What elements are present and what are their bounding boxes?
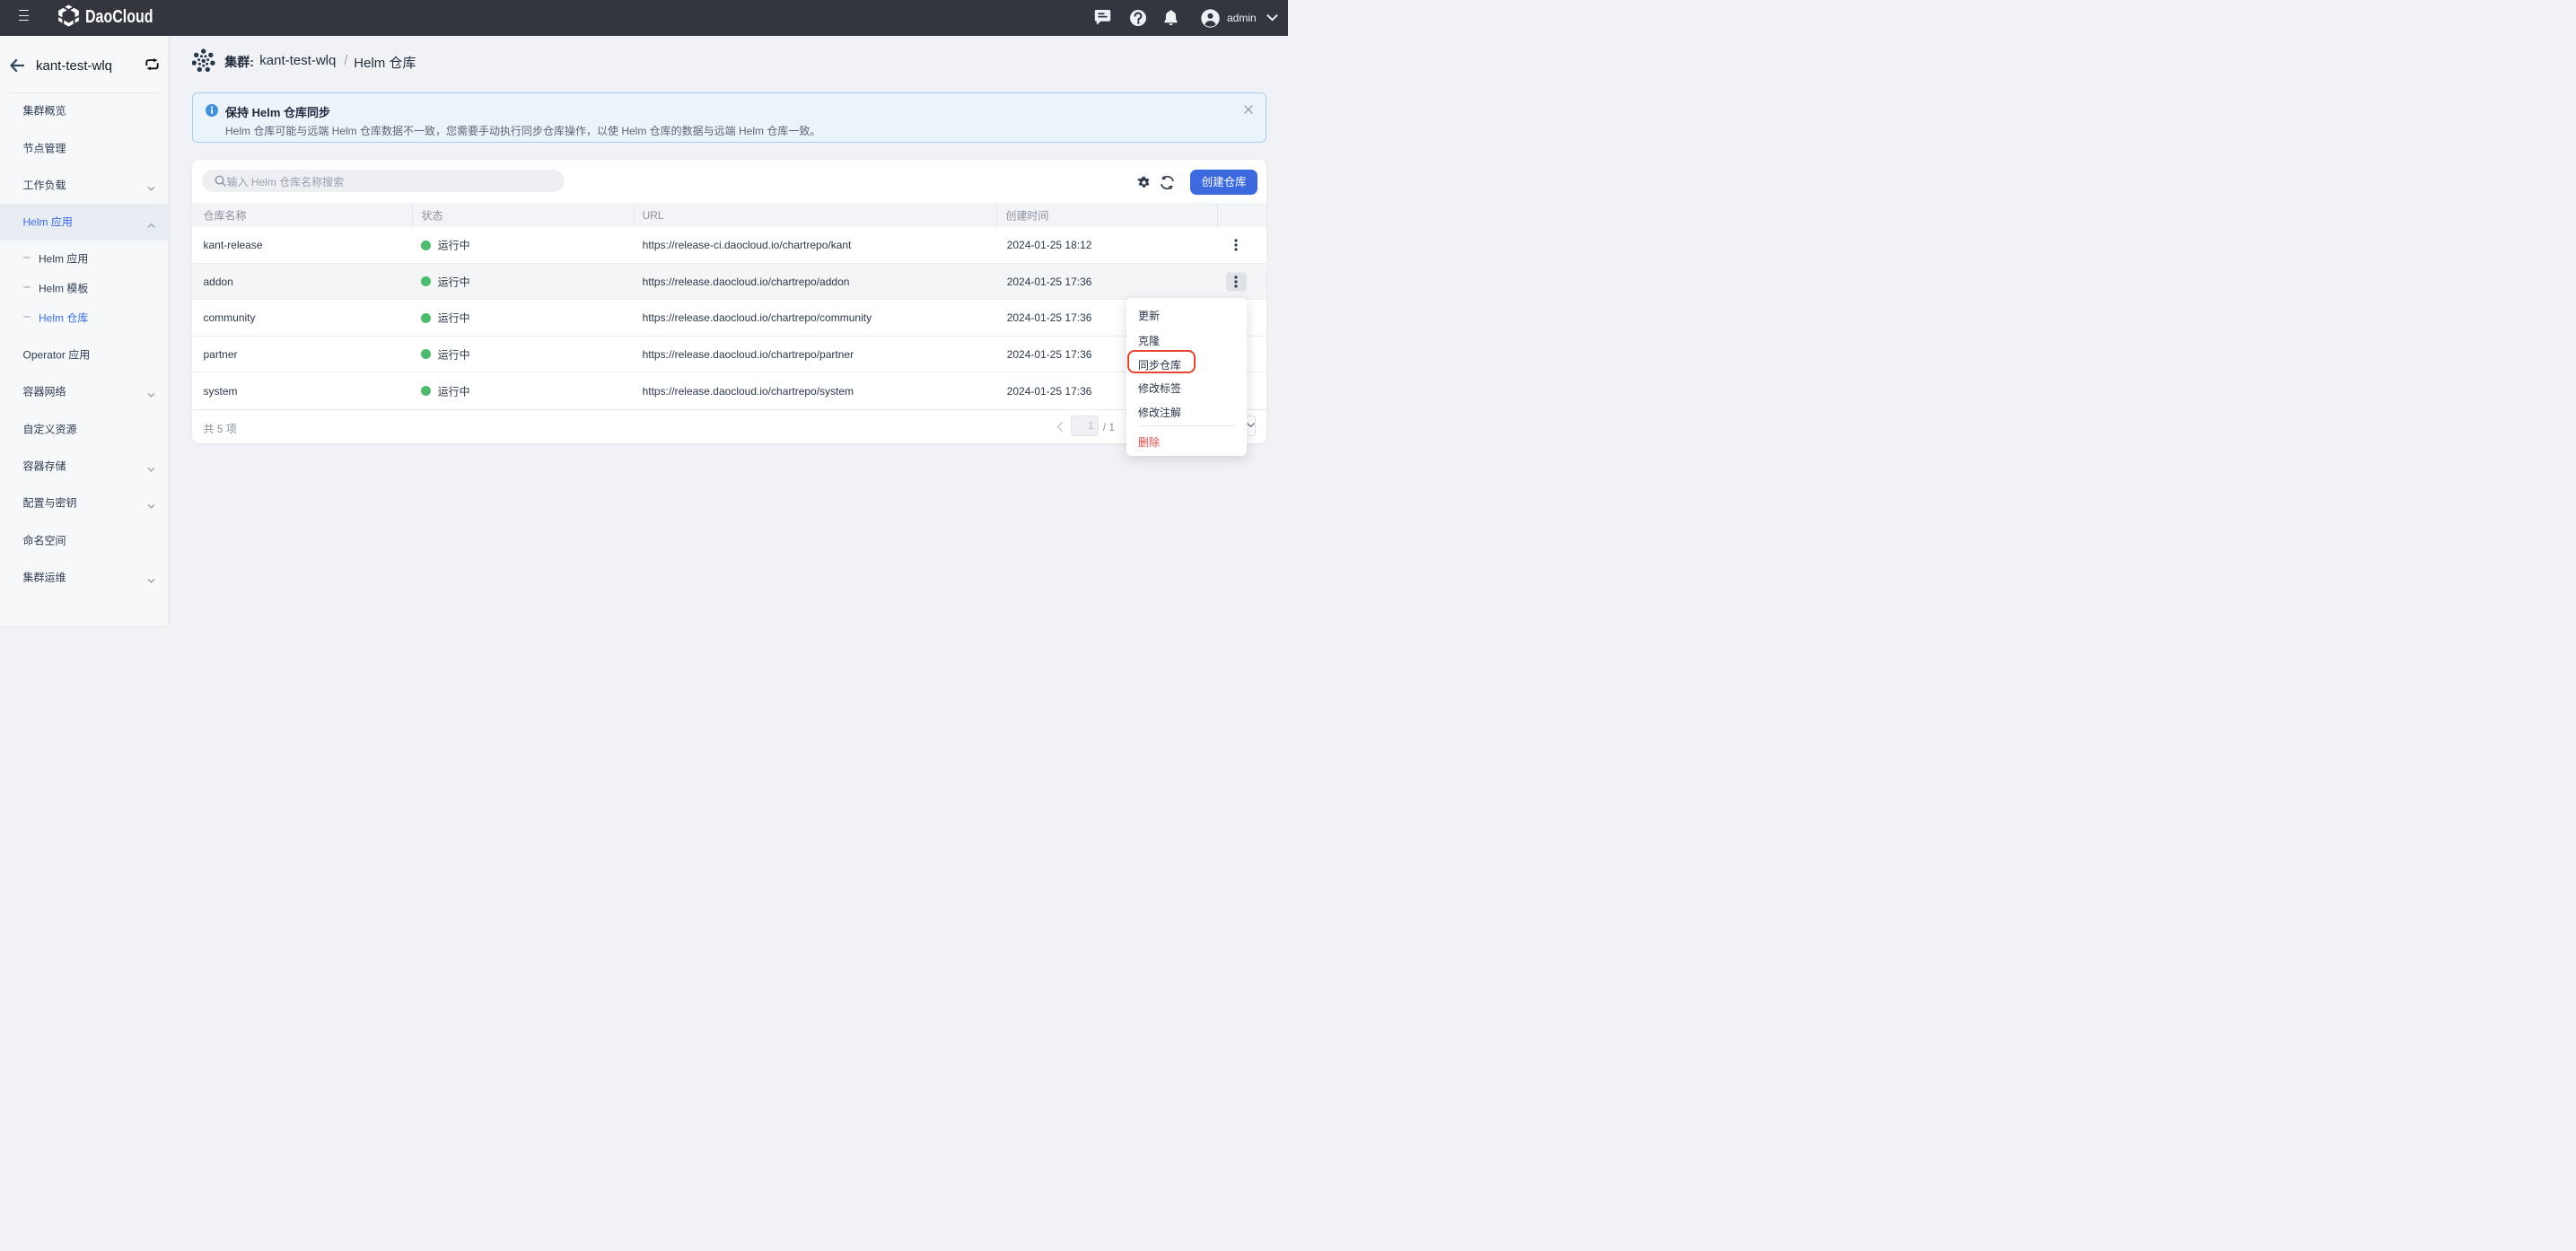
- svg-text:DaoCloud: DaoCloud: [85, 6, 153, 27]
